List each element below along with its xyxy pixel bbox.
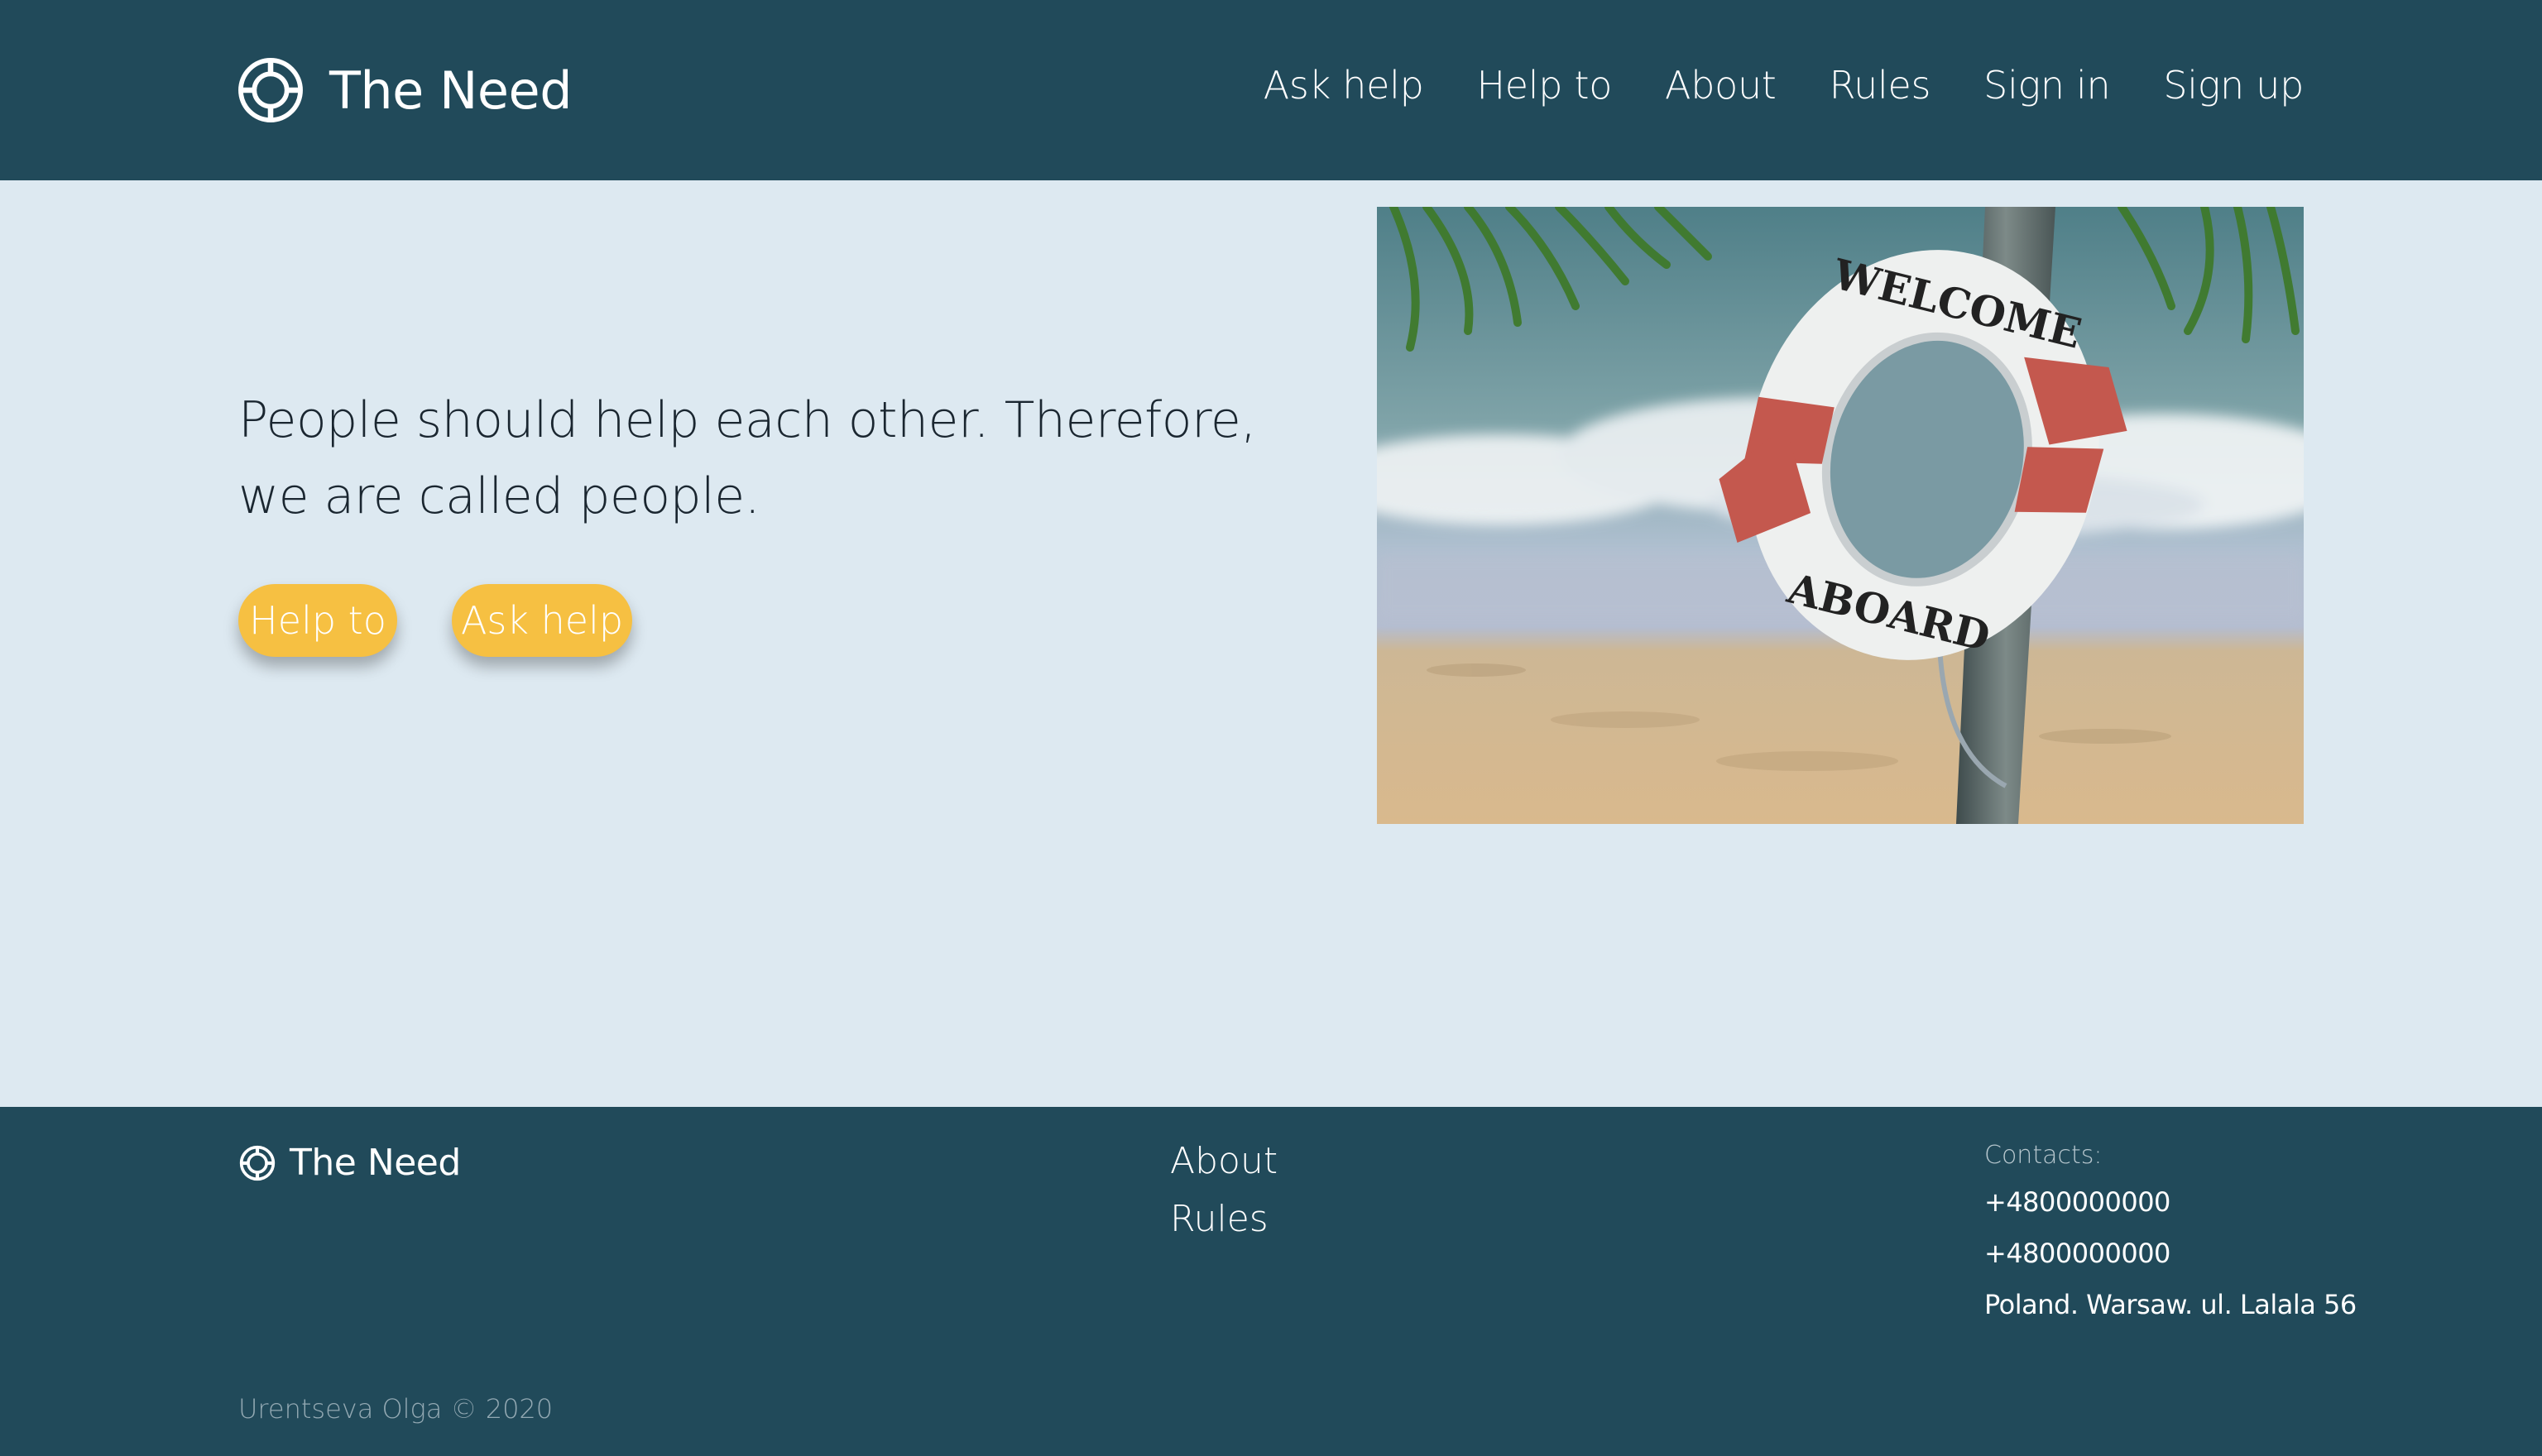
copyright: Urentseva Olga © 2020 <box>238 1393 554 1425</box>
footer-link-about[interactable]: About <box>1170 1135 1278 1188</box>
nav-sign-up[interactable]: Sign up <box>2163 63 2304 108</box>
site-footer: The Need About Rules Contacts: +48000000… <box>0 1107 2542 1456</box>
nav-rules[interactable]: Rules <box>1830 63 1931 108</box>
hero-image-lifebuoy: WELCOME ABOARD <box>1377 207 2304 824</box>
header-logo[interactable]: The Need <box>237 55 573 126</box>
footer-nav: About Rules <box>1170 1135 1278 1246</box>
site-header: The Need Ask help Help to About Rules Si… <box>0 0 2542 180</box>
main-nav: Ask help Help to About Rules Sign in Sig… <box>1264 63 2305 108</box>
phone-1[interactable]: +4800000000 <box>1984 1176 2304 1228</box>
footer-logo[interactable]: The Need <box>238 1142 461 1184</box>
brand-title: The Need <box>329 60 573 121</box>
lifebuoy-icon <box>239 1145 276 1181</box>
phone-2[interactable]: +4800000000 <box>1984 1228 2304 1279</box>
contacts-block: Contacts: +4800000000 +4800000000 Poland… <box>1984 1135 2357 1330</box>
ask-help-button[interactable]: Ask help <box>452 584 632 657</box>
footer-brand-title: The Need <box>290 1142 461 1184</box>
nav-ask-help[interactable]: Ask help <box>1264 63 1424 108</box>
hero-tagline: People should help each other. Therefore… <box>238 391 1256 525</box>
nav-sign-in[interactable]: Sign in <box>1983 63 2111 108</box>
nav-help-to[interactable]: Help to <box>1476 63 1612 108</box>
address: Poland. Warsaw. ul. Lalala 56 <box>1984 1289 2357 1320</box>
help-to-button[interactable]: Help to <box>238 584 397 657</box>
footer-link-rules[interactable]: Rules <box>1170 1193 1278 1246</box>
contacts-label: Contacts: <box>1984 1141 2103 1170</box>
lifebuoy-icon <box>238 58 303 122</box>
nav-about[interactable]: About <box>1665 63 1777 108</box>
